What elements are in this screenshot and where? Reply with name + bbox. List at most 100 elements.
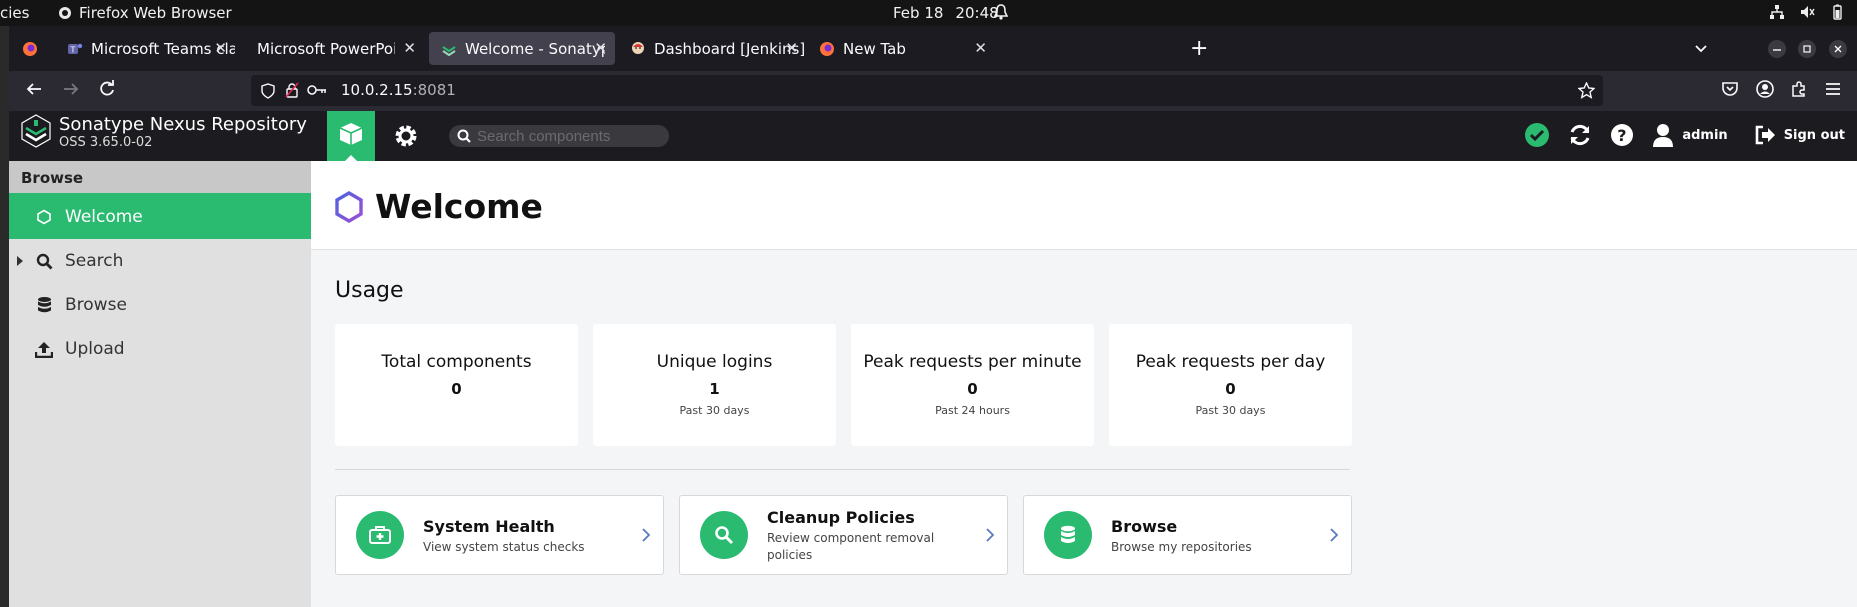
- jenkins-icon: [630, 41, 646, 57]
- upload-icon: [35, 341, 53, 358]
- user-name: admin: [1682, 127, 1728, 143]
- notification-bell-icon[interactable]: [994, 3, 1008, 21]
- url-host: 10.0.2.15: [341, 81, 413, 99]
- cube-icon: [338, 121, 364, 147]
- page-title: Welcome: [375, 187, 543, 226]
- hexagon-icon: [35, 209, 53, 225]
- os-left-label: cies: [0, 4, 30, 22]
- app-menu-hamburger-icon[interactable]: [1824, 80, 1842, 98]
- stat-value: 0: [451, 380, 462, 398]
- stat-label: Total components: [381, 352, 532, 372]
- card-title: System Health: [423, 517, 555, 536]
- os-time: 20:48: [955, 4, 999, 22]
- card-description: View system status checks: [423, 540, 585, 554]
- welcome-banner: Welcome: [311, 161, 1857, 250]
- close-tab-icon[interactable]: ✕: [594, 39, 607, 57]
- database-icon: [35, 296, 53, 314]
- stat-card-peak-requests-minute: Peak requests per minute 0 Past 24 hours: [851, 324, 1094, 446]
- minimize-window-icon[interactable]: [1768, 40, 1786, 58]
- close-tab-icon[interactable]: ✕: [785, 39, 798, 57]
- sidebar-item-browse[interactable]: Browse: [9, 283, 311, 327]
- os-top-bar: cies Firefox Web Browser Feb 18 20:48: [0, 0, 1857, 26]
- back-arrow-icon[interactable]: [25, 80, 43, 98]
- refresh-icon[interactable]: [1568, 123, 1592, 147]
- reload-icon[interactable]: [98, 80, 116, 98]
- firefox-view-icon[interactable]: [22, 41, 38, 57]
- search-components-box[interactable]: [449, 125, 669, 147]
- card-description: Review component removal policies: [767, 531, 935, 562]
- system-tray[interactable]: [1769, 4, 1845, 20]
- list-all-tabs-chevron-down-icon[interactable]: [1693, 40, 1709, 56]
- user-menu[interactable]: admin: [1652, 123, 1728, 147]
- search-components-input[interactable]: [477, 127, 657, 145]
- url-port: :8081: [412, 81, 456, 99]
- close-tab-icon[interactable]: ✕: [214, 39, 227, 57]
- sidebar-item-upload[interactable]: Upload: [9, 327, 311, 371]
- os-clock[interactable]: Feb 18 20:48: [893, 4, 999, 22]
- volume-muted-icon[interactable]: [1799, 4, 1815, 20]
- sidebar-item-label: Browse: [65, 295, 127, 315]
- restore-window-icon[interactable]: [1798, 40, 1816, 58]
- battery-icon[interactable]: [1829, 4, 1845, 20]
- chevron-right-icon: [985, 527, 995, 543]
- tab-title: Welcome - Sonatype Nex: [465, 39, 605, 58]
- system-status-check-icon[interactable]: [1524, 122, 1550, 148]
- sidebar: Browse Welcome Search Browse Upload: [9, 161, 311, 607]
- tab-new-tab[interactable]: New Tab ✕: [807, 32, 995, 65]
- network-icon[interactable]: [1769, 4, 1785, 20]
- help-question-icon[interactable]: ?: [1610, 123, 1634, 147]
- search-icon: [457, 129, 471, 143]
- insecure-lock-icon[interactable]: [285, 82, 299, 98]
- tab-jenkins[interactable]: Dashboard [Jenkins] ✕: [618, 32, 806, 65]
- card-title: Browse: [1111, 517, 1178, 536]
- stat-label: Peak requests per minute: [863, 352, 1082, 372]
- sidebar-item-welcome[interactable]: Welcome: [9, 195, 311, 239]
- extensions-icon[interactable]: [1790, 80, 1808, 98]
- tab-nexus-welcome[interactable]: Welcome - Sonatype Nex ✕: [429, 32, 615, 65]
- close-window-icon[interactable]: [1829, 40, 1847, 58]
- svg-text:T: T: [70, 45, 76, 54]
- stat-value: 0: [967, 380, 978, 398]
- new-tab-plus-icon[interactable]: +: [1190, 26, 1208, 71]
- nexus-icon: [441, 41, 457, 57]
- key-icon[interactable]: [307, 84, 327, 96]
- bookmark-star-icon[interactable]: [1578, 82, 1595, 99]
- product-version: OSS 3.65.0-02: [59, 135, 153, 150]
- nexus-brand[interactable]: Sonatype Nexus Repository OSS 3.65.0-02: [21, 114, 307, 150]
- close-tab-icon[interactable]: ✕: [403, 39, 416, 57]
- administration-gear-icon[interactable]: [393, 123, 419, 149]
- sidebar-item-label: Welcome: [65, 207, 143, 227]
- firefox-icon: [819, 41, 835, 57]
- firefox-icon: [58, 6, 72, 20]
- close-tab-icon[interactable]: ✕: [974, 39, 987, 57]
- browse-mode-button[interactable]: [327, 111, 375, 161]
- os-app-menu[interactable]: Firefox Web Browser: [58, 4, 232, 22]
- system-health-card[interactable]: System Health View system status checks: [335, 495, 664, 575]
- sign-out-label: Sign out: [1783, 127, 1845, 143]
- url-text: 10.0.2.15:8081: [341, 81, 456, 99]
- url-bar[interactable]: 10.0.2.15:8081: [251, 75, 1603, 106]
- tab-title: Microsoft Teams classic: [91, 39, 235, 58]
- teams-icon: T: [67, 41, 83, 57]
- section-divider: [335, 469, 1350, 470]
- stat-subtext: Past 30 days: [1195, 404, 1266, 417]
- tab-powerpoint[interactable]: Microsoft PowerPoint - cour ✕: [245, 32, 424, 65]
- sidebar-title: Browse: [9, 161, 311, 195]
- browse-card[interactable]: Browse Browse my repositories: [1023, 495, 1352, 575]
- tracking-shield-icon[interactable]: [261, 83, 275, 99]
- header-actions: ? admin Sign out: [1506, 122, 1845, 148]
- stat-subtext: Past 24 hours: [935, 404, 1010, 417]
- tab-teams[interactable]: T Microsoft Teams classic ✕: [55, 32, 235, 65]
- account-icon[interactable]: [1756, 80, 1774, 98]
- stat-value: 0: [1225, 380, 1236, 398]
- forward-arrow-icon[interactable]: [62, 80, 80, 98]
- chevron-right-icon: [1329, 527, 1339, 543]
- browser-nav-bar: 10.0.2.15:8081: [9, 71, 1857, 111]
- os-date: Feb 18: [893, 4, 944, 22]
- sign-out-button[interactable]: Sign out: [1754, 125, 1845, 145]
- cleanup-policies-card[interactable]: Cleanup Policies Review component remova…: [679, 495, 1008, 575]
- tab-title: Microsoft PowerPoint - cour: [257, 39, 395, 58]
- expand-arrow-icon[interactable]: [17, 256, 23, 266]
- sidebar-item-search[interactable]: Search: [9, 239, 311, 283]
- pocket-icon[interactable]: [1721, 80, 1739, 98]
